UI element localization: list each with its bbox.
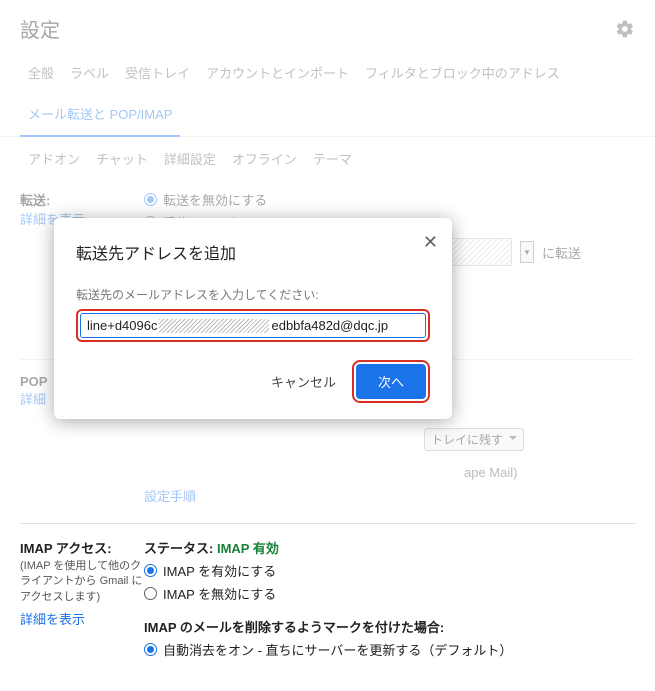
- radio-imap-enable[interactable]: [144, 564, 157, 577]
- radio-auto-expunge-on-label: 自動消去をオン - 直ちにサーバーを更新する（デフォルト）: [163, 640, 512, 659]
- imap-learn-more[interactable]: 詳細を表示: [20, 609, 144, 628]
- forwarding-email-input[interactable]: line+d4096c edbbfa482d@dqc.jp: [80, 313, 426, 338]
- radio-imap-disable[interactable]: [144, 587, 157, 600]
- forwarding-email-highlight: line+d4096c edbbfa482d@dqc.jp: [76, 309, 430, 342]
- next-button-highlight: 次へ: [352, 360, 430, 403]
- radio-imap-enable-label: IMAP を有効にする: [163, 561, 276, 580]
- modal-title: 転送先アドレスを追加: [76, 240, 430, 264]
- radio-imap-disable-label: IMAP を無効にする: [163, 584, 276, 603]
- imap-status-label: ステータス:: [144, 541, 217, 556]
- radio-auto-expunge-on[interactable]: [144, 643, 157, 656]
- cancel-button[interactable]: キャンセル: [267, 364, 340, 399]
- close-icon[interactable]: ✕: [423, 232, 438, 253]
- input-value-suffix: edbbfa482d@dqc.jp: [271, 318, 388, 333]
- imap-label: IMAP アクセス:: [20, 538, 144, 557]
- imap-sublabel: (IMAP を使用して他のクライアントから Gmail にアクセスします): [20, 559, 144, 605]
- imap-delete-heading: IMAP のメールを削除するようマークを付けた場合:: [144, 617, 635, 636]
- input-value-prefix: line+d4096c: [87, 318, 157, 333]
- imap-status-value: IMAP 有効: [217, 541, 279, 556]
- add-forwarding-modal: ✕ 転送先アドレスを追加 転送先のメールアドレスを入力してください: line+…: [54, 218, 452, 419]
- next-button[interactable]: 次へ: [356, 364, 426, 399]
- modal-hint: 転送先のメールアドレスを入力してください:: [76, 286, 430, 303]
- input-value-masked: [159, 319, 269, 333]
